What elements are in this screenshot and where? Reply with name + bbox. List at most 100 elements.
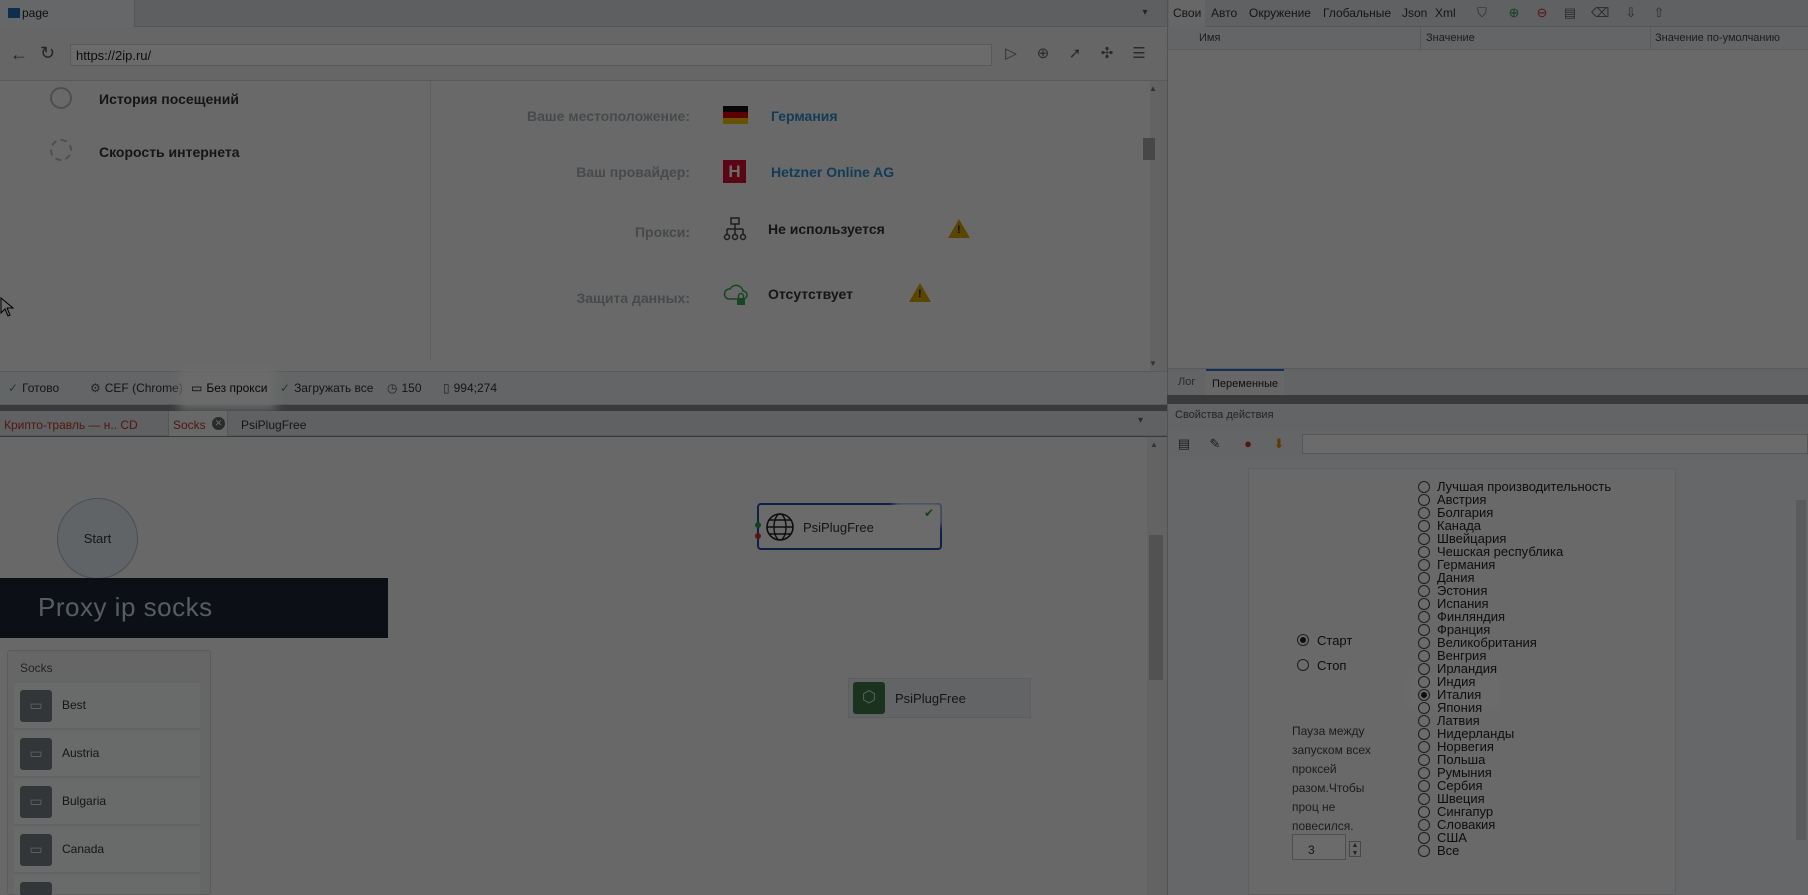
pause-input[interactable] — [1292, 834, 1346, 860]
back-arrow-icon[interactable]: ← — [10, 44, 28, 65]
country-radio[interactable] — [1418, 689, 1430, 701]
eraser-icon[interactable]: ⌫ — [1591, 5, 1609, 21]
menu-icon[interactable]: ☰ — [1128, 44, 1150, 66]
country-radio[interactable] — [1418, 572, 1430, 584]
variables-grid[interactable] — [1167, 50, 1808, 368]
country-radio[interactable] — [1418, 520, 1430, 532]
monitor-icon: ▭ — [20, 834, 52, 866]
puzzle-icon[interactable]: ✣ — [1096, 44, 1118, 66]
list-item[interactable]: ▭ Bulgaria — [14, 779, 200, 825]
close-icon[interactable]: ✕ — [212, 417, 225, 430]
load-all-button[interactable]: ✓ Загружать все — [280, 381, 373, 395]
scroll-up-icon[interactable]: ▲ — [1150, 440, 1158, 449]
properties-scrollbar[interactable] — [1796, 500, 1806, 840]
country-radio[interactable] — [1418, 715, 1430, 727]
canvas-scrollbar-thumb[interactable] — [1149, 535, 1163, 680]
column-name[interactable]: Имя — [1199, 32, 1220, 44]
tab-own[interactable]: Свои — [1169, 0, 1206, 27]
engine-button[interactable]: ⚙ CEF (Chrome) — [90, 381, 183, 395]
column-separator[interactable] — [1650, 27, 1651, 50]
country-radio[interactable] — [1418, 741, 1430, 753]
reload-icon[interactable]: ↻ — [40, 43, 55, 64]
psiplugfree-module-node[interactable]: ⬡ PsiPlugFree — [848, 678, 1031, 718]
timeout-button[interactable]: ◷ 150 — [387, 381, 422, 395]
country-radio[interactable] — [1418, 546, 1430, 558]
error-port[interactable] — [755, 533, 761, 539]
country-radio[interactable] — [1418, 780, 1430, 792]
tab-auto[interactable]: Авто — [1211, 6, 1237, 20]
country-radio[interactable] — [1418, 793, 1430, 805]
tab-environment[interactable]: Окружение — [1249, 6, 1311, 20]
chevron-down-icon[interactable]: ▾ — [1138, 7, 1152, 21]
country-radio[interactable] — [1418, 702, 1430, 714]
country-radio[interactable] — [1418, 806, 1430, 818]
url-field[interactable] — [70, 44, 992, 66]
arrow-up-icon[interactable]: ⇧ — [1651, 5, 1667, 21]
country-radio[interactable] — [1418, 754, 1430, 766]
arrow-down-icon[interactable]: ⇩ — [1623, 5, 1639, 21]
country-radio[interactable] — [1418, 507, 1430, 519]
properties-input[interactable] — [1302, 434, 1808, 454]
scroll-down-icon[interactable]: ▼ — [1149, 359, 1157, 368]
country-radio[interactable] — [1418, 767, 1430, 779]
spinner-icon[interactable]: ▲ ▼ — [1349, 841, 1361, 857]
country-radio[interactable] — [1418, 819, 1430, 831]
panel-icon[interactable]: ▤ — [1562, 5, 1578, 21]
sidebar-item-history[interactable]: История посещений — [99, 91, 239, 107]
tab-json[interactable]: Json — [1402, 6, 1427, 20]
tab-variables[interactable]: Переменные — [1206, 369, 1285, 395]
location-value[interactable]: Германия — [771, 108, 838, 124]
psiplugfree-node[interactable]: PsiPlugFree ✔ — [755, 503, 942, 550]
country-radio[interactable] — [1418, 728, 1430, 740]
history-icon — [50, 87, 72, 109]
country-radio[interactable] — [1418, 585, 1430, 597]
list-item[interactable]: ▭ Best — [14, 683, 200, 729]
country-radio[interactable] — [1418, 611, 1430, 623]
list-item[interactable]: ▭ Canada — [14, 827, 200, 873]
download-arrow-icon[interactable]: ⬇ — [1269, 434, 1289, 454]
list-item[interactable] — [14, 875, 200, 895]
country-radio[interactable] — [1418, 650, 1430, 662]
success-port[interactable] — [755, 522, 761, 528]
proxy-button[interactable]: ▭ Без прокси — [185, 372, 270, 404]
tab-globals[interactable]: Глобальные — [1323, 6, 1391, 20]
tab-log[interactable]: Лог — [1178, 376, 1195, 388]
stop-radio[interactable] — [1297, 659, 1309, 671]
country-radio[interactable] — [1418, 481, 1430, 493]
country-radio[interactable] — [1418, 624, 1430, 636]
properties-icon[interactable]: ▤ — [1174, 434, 1194, 454]
start-node[interactable]: Start — [57, 498, 138, 579]
remove-icon[interactable]: ⊖ — [1534, 5, 1550, 21]
column-separator[interactable] — [1420, 27, 1421, 50]
country-radio[interactable] — [1418, 559, 1430, 571]
viewport-scrollbar[interactable] — [1150, 81, 1167, 371]
column-default[interactable]: Значение по-умолчанию — [1655, 32, 1780, 44]
viewport-scrollbar-thumb[interactable] — [1143, 138, 1155, 160]
add-circle-icon[interactable]: ⊕ — [1032, 44, 1054, 66]
country-radio[interactable] — [1418, 845, 1430, 857]
list-item[interactable]: ▭ Austria — [14, 731, 200, 777]
country-radio[interactable] — [1418, 663, 1430, 675]
chevron-down-icon[interactable]: ▾ — [1138, 415, 1143, 426]
country-radio[interactable] — [1418, 637, 1430, 649]
country-radio[interactable] — [1418, 832, 1430, 844]
tab-page[interactable]: page — [0, 0, 135, 27]
scroll-up-icon[interactable]: ▲ — [1149, 84, 1157, 93]
country-radio[interactable] — [1418, 598, 1430, 610]
tab-crypto[interactable]: Крипто-травль — н.. CD — [0, 411, 144, 436]
tab-psiplugfree[interactable]: PsiPlugFree — [237, 411, 312, 436]
filter-icon[interactable]: ⛉ — [1474, 5, 1490, 21]
sidebar-item-speed[interactable]: Скорость интернета — [99, 144, 240, 160]
add-icon[interactable]: ⊕ — [1506, 5, 1522, 21]
record-icon[interactable]: ● — [1238, 434, 1258, 454]
country-radio[interactable] — [1418, 676, 1430, 688]
country-radio[interactable] — [1418, 533, 1430, 545]
cursor-icon[interactable]: ➚ — [1064, 44, 1086, 66]
column-value[interactable]: Значение — [1426, 32, 1475, 44]
play-icon[interactable]: ▷ — [1000, 44, 1022, 66]
provider-value[interactable]: Hetzner Online AG — [771, 164, 894, 180]
edit-icon[interactable]: ✎ — [1205, 434, 1225, 454]
tab-xml[interactable]: Xml — [1435, 6, 1456, 20]
start-radio[interactable] — [1297, 634, 1309, 646]
country-radio[interactable] — [1418, 494, 1430, 506]
